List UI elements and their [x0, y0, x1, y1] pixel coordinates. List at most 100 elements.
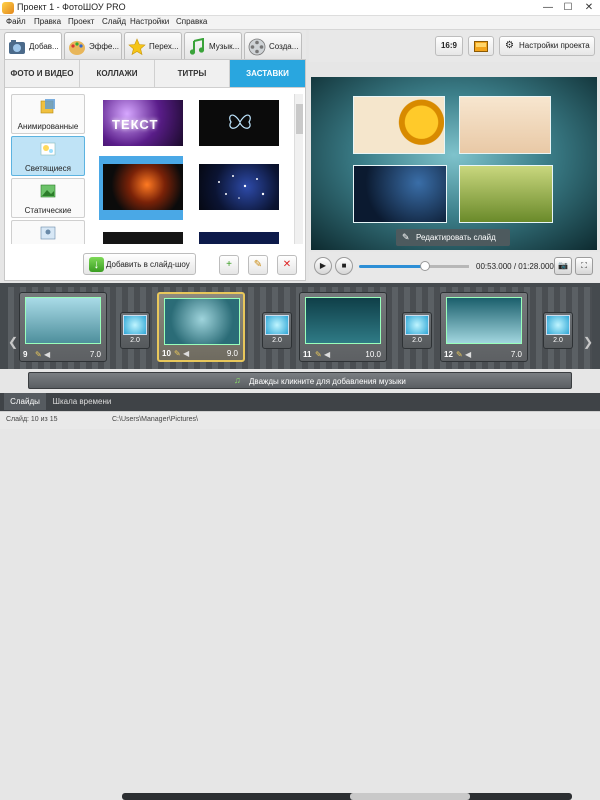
thumb-text-intro[interactable]: ТЕКСТ	[103, 100, 183, 146]
timeline-scrollbar-thumb[interactable]	[350, 793, 470, 800]
stop-button[interactable]: ■	[335, 257, 353, 275]
thumb-row3-a[interactable]	[103, 232, 183, 244]
category-collages[interactable]: КОЛЛАЖИ	[80, 60, 155, 87]
tab-music[interactable]: Музык...	[184, 32, 242, 59]
slide-preview[interactable]	[311, 77, 597, 250]
tab-transitions-label: Перех...	[149, 42, 179, 51]
fullscreen-icon: ⛶	[581, 261, 587, 270]
subcategory-static[interactable]: Статические	[11, 178, 85, 218]
category-intros[interactable]: ЗАСТАВКИ	[230, 60, 305, 87]
tab-add[interactable]: Добав...	[4, 32, 62, 60]
add-photo-icon	[9, 40, 25, 54]
minimize-icon[interactable]: —	[538, 0, 558, 16]
category-photo-video[interactable]: ФОТО И ВИДЕО	[5, 60, 80, 87]
menu-edit[interactable]: Правка	[34, 17, 61, 26]
view-tabs: Слайды Шкала времени	[0, 393, 600, 800]
slide-number: 12	[444, 350, 453, 359]
film-reel-icon	[248, 38, 266, 56]
seek-progress[interactable]	[359, 265, 425, 268]
menu-settings[interactable]: Настройки	[130, 17, 169, 26]
tab-effects-label: Эффе...	[89, 42, 120, 51]
template-grid: ТЕКСТ	[89, 94, 295, 244]
tab-effects[interactable]: Эффе...	[64, 32, 122, 59]
template-scrollbar[interactable]	[294, 94, 303, 244]
transition-card[interactable]: 2.0	[120, 312, 150, 349]
delete-item-button[interactable]: ✕	[277, 255, 297, 275]
slide-duration: 7.0	[89, 350, 101, 359]
slide-tools-icon: ✎ ◀	[315, 350, 331, 359]
slide-card-active[interactable]: 10 ✎ ◀ 9.0	[157, 292, 245, 362]
scroll-right-icon[interactable]: ❯	[583, 335, 593, 349]
stop-icon: ■	[341, 261, 347, 270]
music-track[interactable]: ♫ Дважды кликните для добавления музыки	[28, 372, 572, 389]
subcategory-glowing[interactable]: Светящиеся	[11, 136, 85, 176]
seek-knob[interactable]	[420, 261, 430, 271]
player-controls: ▶ ■ 00:53.000 / 01:28.000 📷 ⛶	[309, 252, 600, 282]
thumb-stars[interactable]	[199, 164, 279, 210]
status-slide: Слайд: 10 из 15	[6, 416, 58, 423]
transition-thumbnail	[123, 315, 147, 335]
tab-transitions[interactable]: Перех...	[124, 32, 182, 59]
timeline-scrollbar[interactable]	[122, 793, 572, 800]
library-panel: ФОТО И ВИДЕО КОЛЛАЖИ ТИТРЫ ЗАСТАВКИ Аним…	[4, 59, 306, 281]
slide-thumbnail	[305, 297, 381, 344]
slide-tools-icon: ✎ ◀	[456, 350, 472, 359]
transition-card[interactable]: 2.0	[543, 312, 573, 349]
thumb-row3-b[interactable]	[199, 232, 279, 244]
camera-icon: 📷	[558, 261, 568, 270]
transition-thumbnail	[546, 315, 570, 335]
add-to-slideshow-button[interactable]: ↓ Добавить в слайд-шоу	[83, 253, 196, 275]
add-icon: +	[226, 259, 232, 270]
slide-duration: 10.0	[365, 350, 381, 359]
subcategory-more[interactable]	[11, 220, 85, 244]
edit-slide-button[interactable]: ✎ Редактировать слайд	[396, 229, 510, 246]
tab-create[interactable]: Созда...	[244, 32, 302, 59]
menu-slide[interactable]: Слайд	[102, 17, 126, 26]
transition-duration: 2.0	[130, 337, 140, 344]
music-add-icon: ♫	[234, 375, 241, 385]
edit-item-button[interactable]: ✎	[248, 255, 268, 275]
template-scrollbar-thumb[interactable]	[296, 104, 303, 134]
butterfly-icon	[229, 114, 251, 129]
snapshot-button[interactable]: 📷	[554, 257, 572, 275]
thumb-butterfly[interactable]	[199, 100, 279, 146]
slide-card[interactable]: 9 ✎ ◀ 7.0	[19, 292, 107, 362]
project-settings-button[interactable]: ⚙ Настройки проекта	[499, 36, 595, 56]
maximize-icon[interactable]: ☐	[558, 0, 578, 16]
tab-timeline[interactable]: Шкала времени	[48, 393, 116, 410]
scroll-left-icon[interactable]: ❮	[8, 335, 18, 349]
pencil-icon: ✎	[402, 232, 410, 242]
glow-icon	[40, 142, 56, 156]
app-logo-icon	[2, 2, 14, 14]
background-button[interactable]	[468, 36, 494, 56]
play-button[interactable]: ▶	[314, 257, 332, 275]
down-arrow-icon: ↓	[89, 257, 104, 272]
fullscreen-button[interactable]: ⛶	[575, 257, 593, 275]
slide-tools-icon: ✎ ◀	[35, 350, 51, 359]
subcategory-animated[interactable]: Анимированные	[11, 94, 85, 134]
title-bar: Проект 1 - ФотоШОУ PRO — ☐ ✕	[0, 0, 600, 16]
menu-project[interactable]: Проект	[68, 17, 94, 26]
category-titles[interactable]: ТИТРЫ	[155, 60, 230, 87]
slide-card[interactable]: 11 ✎ ◀ 10.0	[299, 292, 387, 362]
menu-bar: Файл Правка Проект Слайд Настройки Справ…	[0, 16, 600, 30]
slide-thumbnail	[164, 298, 240, 345]
edit-slide-label: Редактировать слайд	[416, 233, 496, 242]
tab-slides[interactable]: Слайды	[4, 393, 46, 410]
transition-card[interactable]: 2.0	[262, 312, 292, 349]
slide-tools-icon: ✎ ◀	[174, 349, 190, 358]
window-title: Проект 1 - ФотоШОУ PRO	[17, 2, 126, 12]
thumb-fire[interactable]	[103, 164, 183, 210]
transition-duration: 2.0	[412, 337, 422, 344]
aspect-ratio-button[interactable]: 16:9	[435, 36, 463, 56]
tab-create-label: Созда...	[269, 42, 299, 51]
tab-music-label: Музык...	[209, 42, 240, 51]
slide-card[interactable]: 12 ✎ ◀ 7.0	[440, 292, 528, 362]
seek-remaining[interactable]	[425, 265, 469, 268]
transition-card[interactable]: 2.0	[402, 312, 432, 349]
menu-help[interactable]: Справка	[176, 17, 207, 26]
transition-duration: 2.0	[553, 337, 563, 344]
add-slide-button[interactable]: +	[219, 255, 239, 275]
menu-file[interactable]: Файл	[6, 17, 26, 26]
close-icon[interactable]: ✕	[579, 0, 599, 16]
